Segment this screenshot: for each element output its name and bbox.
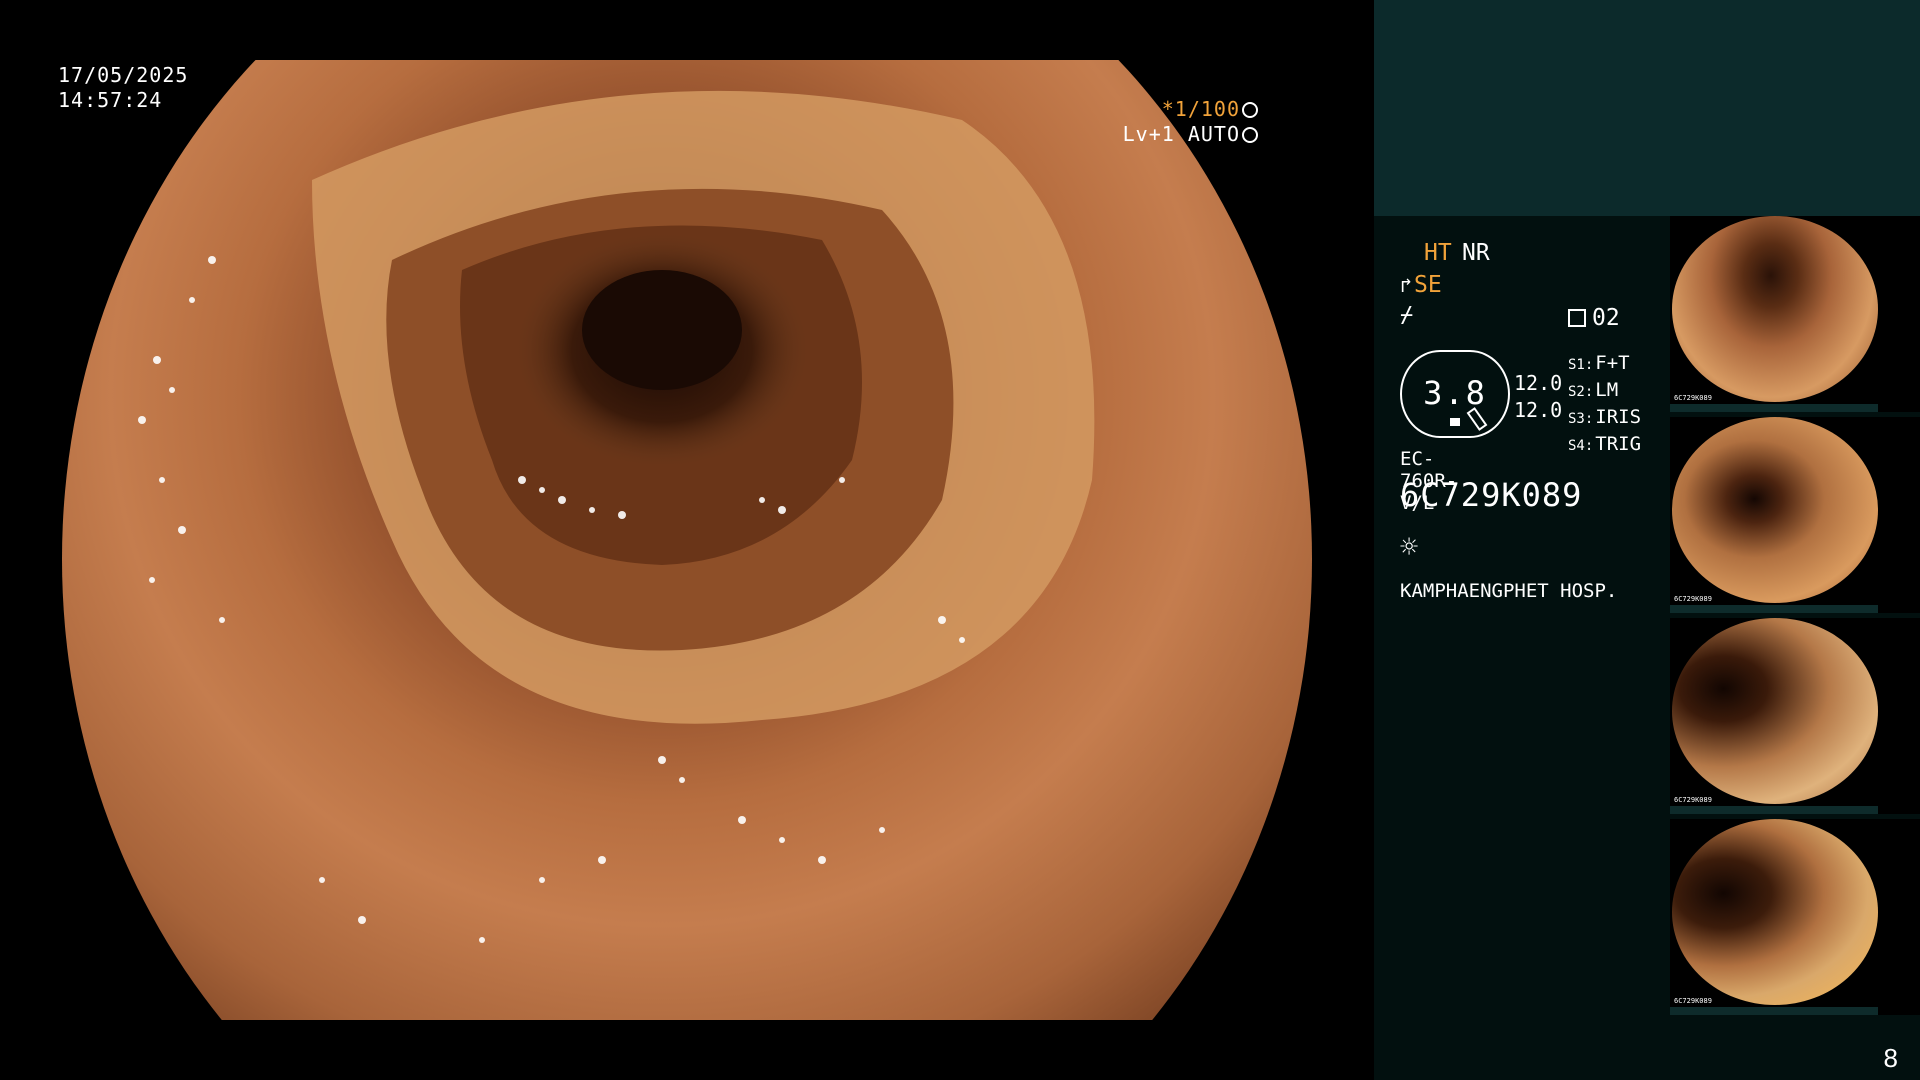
gear-icon (1242, 127, 1258, 143)
enhance-text: Lv+1 AUTO (1122, 122, 1240, 146)
thumbnail-image (1672, 819, 1878, 1005)
time-text: 14:57:24 (58, 88, 163, 112)
aperture-icon (1242, 102, 1258, 118)
panel-header-block (1374, 0, 1920, 216)
thumbnail-image (1672, 417, 1878, 603)
date-text: 17/05/2025 (58, 63, 189, 87)
value-2: 12.0 (1514, 398, 1563, 422)
memory-count: 02 (1592, 305, 1620, 331)
switch-row: S3: IRIS (1568, 406, 1642, 428)
mode-se-row: ↱SE (1400, 272, 1442, 298)
thumbnail-label: 6C729K089 (1674, 394, 1712, 402)
switch-assignments: S1: F+T S2: LM S3: IRIS S4: TRIG (1568, 351, 1641, 459)
scope-icon: ↱ (1400, 273, 1413, 297)
memory-icon (1568, 309, 1586, 327)
thumbnail-bar (1670, 404, 1878, 412)
memory-counter: 02 (1568, 305, 1620, 331)
page-number: 8 (1883, 1043, 1898, 1073)
thumbnail-image (1672, 216, 1878, 402)
mode-nr: NR (1462, 240, 1490, 266)
sun-icon: ☼ (1400, 530, 1419, 565)
thumbnail-label: 6C729K089 (1674, 997, 1712, 1005)
thumbnail[interactable]: 6C729K089 (1670, 216, 1920, 412)
thumbnail-bar (1670, 605, 1878, 613)
thumbnail[interactable]: 6C729K089 (1670, 417, 1920, 613)
thumbnail-label: 6C729K089 (1674, 595, 1712, 603)
scope-serial: 6C729K089 (1400, 476, 1583, 514)
datetime-overlay: 17/05/2025 14:57:24 (58, 63, 188, 113)
value-1: 12.0 (1514, 371, 1563, 395)
thumbnail[interactable]: 6C729K089 (1670, 618, 1920, 814)
zoom-indicator: 3.8 (1400, 350, 1510, 438)
mode-ht: HT (1424, 240, 1452, 266)
switch-row: S2: LM (1568, 379, 1619, 401)
level-values: 12.0 12.0 (1514, 370, 1562, 424)
switch-row: S4: TRIG (1568, 433, 1642, 455)
thumbnail-label: 6C729K089 (1674, 796, 1712, 804)
captured-images: 6C729K089 6C729K089 6C729K089 6C729K089 (1670, 216, 1920, 1020)
freeze-icon: ⌿ (1400, 303, 1414, 328)
thumbnail[interactable]: 6C729K089 (1670, 819, 1920, 1015)
colon-lumen-illustration (138, 90, 1095, 943)
switch-row: S1: F+T (1568, 352, 1630, 374)
endoscope-view (62, 60, 1312, 1020)
mode-se: SE (1414, 272, 1442, 298)
zoom-value: 3.8 (1423, 374, 1487, 412)
thumbnail-bar (1670, 1007, 1878, 1015)
thumbnail-image (1672, 618, 1878, 804)
imaging-status: *1/100 Lv+1 AUTO (1123, 97, 1258, 147)
shutter-text: *1/100 (1161, 97, 1240, 121)
hospital-name: KAMPHAENGPHET HOSP. (1400, 580, 1618, 602)
thumbnail-bar (1670, 806, 1878, 814)
indicator-dot (1450, 418, 1460, 426)
